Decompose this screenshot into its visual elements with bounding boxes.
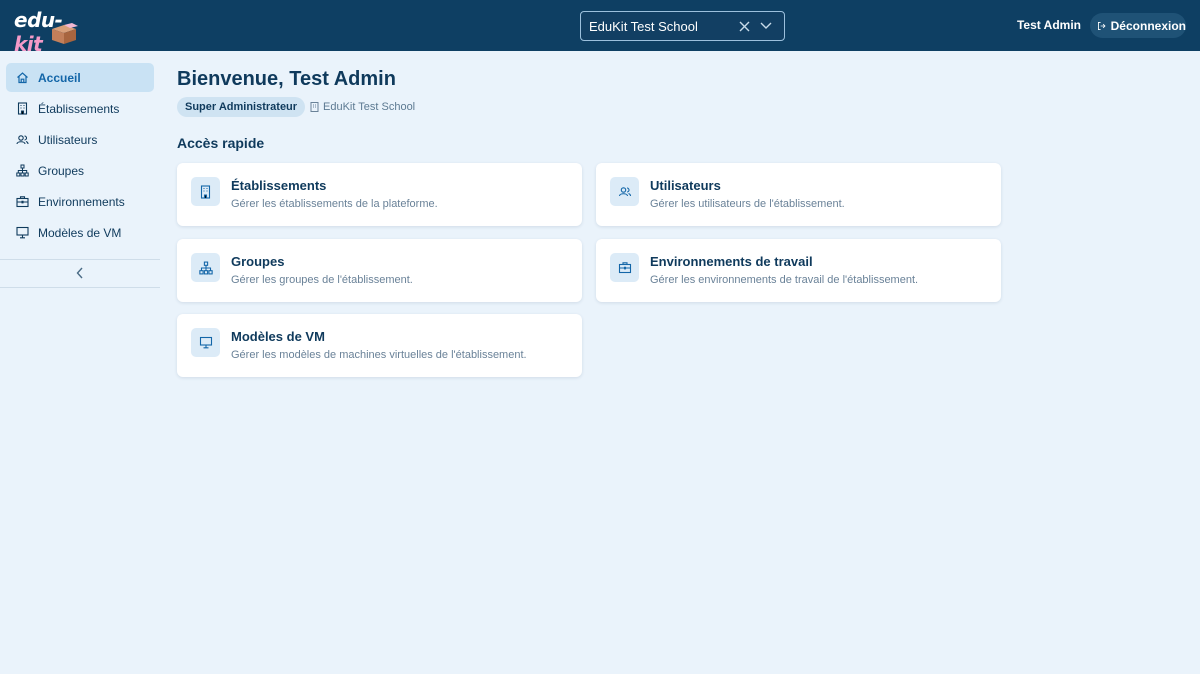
sidebar-item-accueil[interactable]: Accueil [6, 63, 154, 92]
card-title: Environnements de travail [650, 254, 813, 269]
card-description: Gérer les établissements de la plateform… [231, 198, 438, 210]
home-icon [16, 71, 29, 84]
sidebar-item-environnements[interactable]: Environnements [6, 187, 154, 216]
users-icon [610, 177, 639, 206]
school-select[interactable]: EduKit Test School [580, 11, 785, 41]
card-description: Gérer les groupes de l'établissement. [231, 274, 413, 286]
sidebar-item-modeles-vm[interactable]: Modèles de VM [6, 218, 154, 247]
chevron-left-icon [76, 267, 83, 279]
sidebar-divider [0, 287, 160, 288]
monitor-icon [16, 226, 29, 239]
user-name: Test Admin [1016, 18, 1081, 32]
users-icon [16, 133, 29, 146]
logout-icon [1098, 21, 1106, 30]
sidebar-item-label: Établissements [38, 101, 120, 116]
briefcase-icon [16, 195, 29, 208]
card-utilisateurs[interactable]: Utilisateurs Gérer les utilisateurs de l… [596, 163, 1001, 226]
card-description: Gérer les modèles de machines virtuelles… [231, 349, 527, 361]
school-tag: EduKit Test School [310, 99, 415, 115]
sidebar-item-utilisateurs[interactable]: Utilisateurs [6, 125, 154, 154]
monitor-icon [191, 328, 220, 357]
sidebar: Accueil Établissements Utilisateurs Grou… [0, 51, 160, 291]
card-title: Groupes [231, 254, 285, 269]
sidebar-divider [0, 259, 160, 260]
card-description: Gérer les utilisateurs de l'établissemen… [650, 198, 845, 210]
network-icon [191, 253, 220, 282]
briefcase-icon [610, 253, 639, 282]
sidebar-item-groupes[interactable]: Groupes [6, 156, 154, 185]
logout-label: Déconnexion [1110, 18, 1186, 33]
top-bar: edu-kit EduKit Test School Test Admin Dé… [0, 0, 1200, 56]
clear-icon[interactable] [734, 16, 754, 36]
box-icon [52, 23, 78, 44]
school-tag-label: EduKit Test School [323, 101, 416, 113]
card-title: Établissements [231, 178, 327, 193]
sidebar-item-label: Environnements [38, 194, 125, 209]
sidebar-item-etablissements[interactable]: Établissements [6, 94, 154, 123]
sidebar-item-label: Groupes [38, 163, 85, 178]
logout-button[interactable]: Déconnexion [1090, 13, 1186, 38]
page-title: Bienvenue, Test Admin [177, 68, 396, 90]
sidebar-item-label: Modèles de VM [38, 225, 122, 240]
card-title: Utilisateurs [650, 178, 721, 193]
building-icon [310, 102, 319, 112]
card-title: Modèles de VM [231, 329, 325, 344]
card-groupes[interactable]: Groupes Gérer les groupes de l'établisse… [177, 239, 582, 302]
network-icon [16, 164, 29, 177]
role-badge: Super Administrateur [177, 97, 306, 117]
building-icon [191, 177, 220, 206]
sidebar-item-label: Accueil [38, 70, 81, 85]
card-etablissements[interactable]: Établissements Gérer les établissements … [177, 163, 582, 226]
sidebar-item-label: Utilisateurs [38, 132, 98, 147]
school-select-value: EduKit Test School [589, 18, 698, 34]
card-description: Gérer les environnements de travail de l… [650, 274, 919, 286]
edukit-logo[interactable]: edu-kit [14, 6, 86, 56]
section-title: Accès rapide [177, 135, 265, 151]
card-environnements[interactable]: Environnements de travail Gérer les envi… [596, 239, 1001, 302]
card-modeles-vm[interactable]: Modèles de VM Gérer les modèles de machi… [177, 314, 582, 377]
chevron-down-icon[interactable] [756, 16, 776, 36]
building-icon [16, 102, 29, 115]
collapse-sidebar-button[interactable] [72, 265, 88, 281]
